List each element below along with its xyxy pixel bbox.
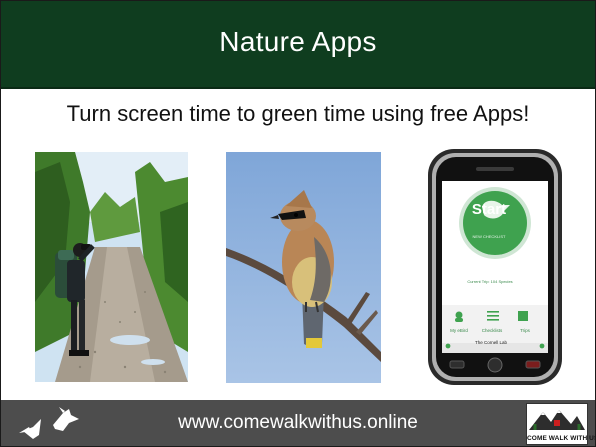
- come-walk-with-us-logo: COME WALK WITH US: [526, 403, 596, 445]
- cedar-waxwing-photo: [226, 152, 381, 383]
- slide-title: Nature Apps: [219, 26, 377, 57]
- phone-nav-my-ebird: My eBird: [450, 328, 468, 333]
- slide-subtitle: Turn screen time to green time using fre…: [66, 101, 530, 126]
- phone-nav-trips: Trips: [520, 328, 530, 333]
- footer-bar: www.comewalkwithus.online COME WALK WITH…: [1, 400, 595, 446]
- phone-brand-label: The Cornell Lab: [474, 340, 508, 345]
- phone-start-label: Start: [471, 201, 507, 218]
- phone-app-photo: [424, 147, 569, 390]
- phone-nav-checklists: Checklists: [481, 328, 503, 333]
- phone-start-sublabel: NEW CHECKLIST: [472, 234, 506, 239]
- logo-text: COME WALK WITH US: [527, 435, 596, 442]
- phone-species-count: Current Trip: 104 Species: [467, 279, 513, 284]
- title-bar: Nature Apps: [1, 1, 595, 89]
- footer-url[interactable]: www.comewalkwithus.online: [1, 400, 595, 446]
- birdwatcher-photo: [35, 152, 188, 382]
- slide: Nature Apps Turn screen time to green ti…: [0, 0, 596, 447]
